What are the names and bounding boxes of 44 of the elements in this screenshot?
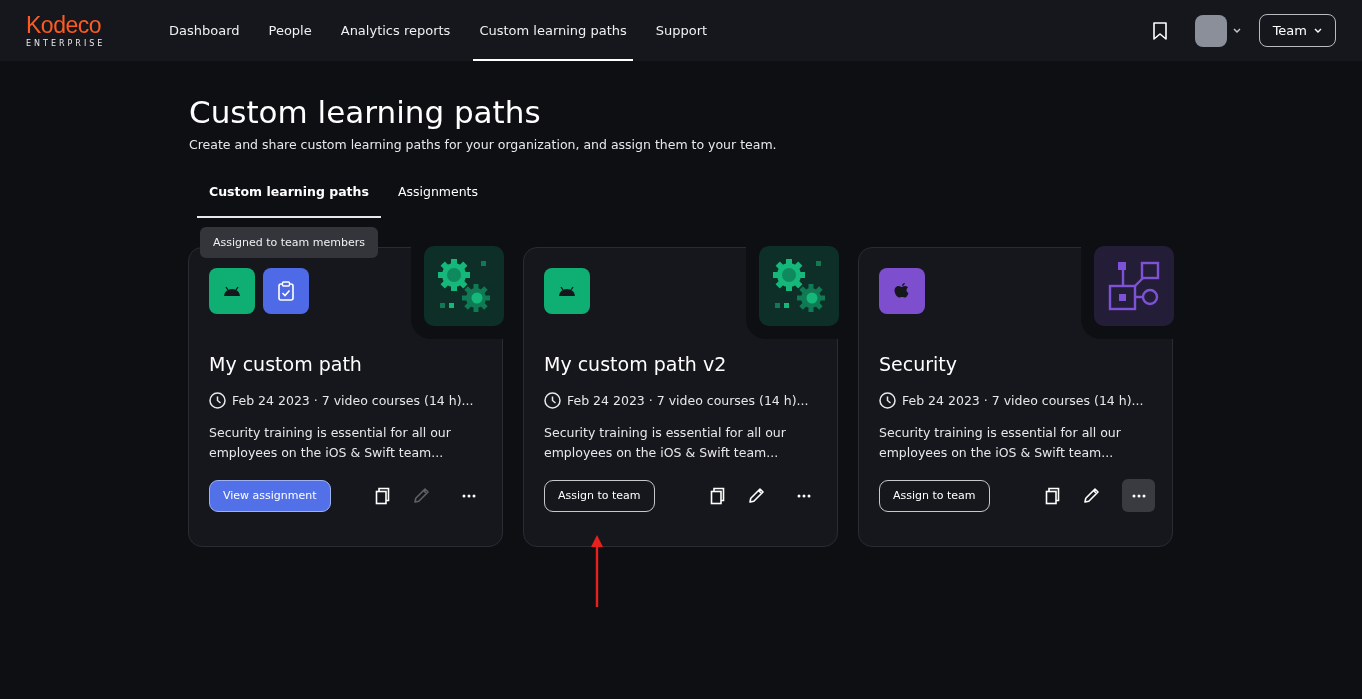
brand-subtitle: ENTERPRISE [26, 38, 106, 48]
annotation-arrow [591, 535, 603, 607]
tab[interactable]: Assignments [385, 174, 490, 218]
chevron-down-icon[interactable] [1232, 27, 1241, 34]
copy-icon[interactable] [375, 486, 391, 505]
path-meta: Feb 24 2023 · 7 video courses (14 h)... [567, 393, 809, 408]
path-description: Security training is essential for all our employees on the iOS & Swift team... [879, 424, 1122, 462]
apple-icon [879, 268, 925, 314]
bookmark-icon[interactable] [1152, 21, 1167, 40]
more-options-button[interactable] [1122, 479, 1155, 512]
page-title: Custom learning paths [189, 93, 542, 131]
page-subtitle: Create and share custom learning paths for your organization, and assign them to your team. [189, 137, 778, 152]
assign-button[interactable]: Assign to team [879, 479, 990, 512]
path-title: My custom path [209, 352, 363, 376]
path-title: My custom path v2 [544, 352, 728, 376]
tooltip: Assigned to team members [200, 227, 379, 258]
clock-icon [209, 392, 226, 409]
assign-button[interactable]: Assign to team [544, 479, 655, 512]
brand-logo[interactable]: Kodeco [26, 13, 101, 36]
clock-icon [544, 392, 561, 409]
nav-link[interactable]: Analytics reports [334, 0, 457, 61]
nav-link[interactable]: People [262, 0, 318, 61]
tab[interactable]: Custom learning paths [197, 174, 381, 218]
clock-icon [879, 392, 896, 409]
android-icon [544, 268, 590, 314]
nav-link[interactable]: Custom learning paths [473, 0, 633, 61]
path-title: Security [879, 352, 959, 376]
view-assignment-button[interactable]: View assignment [209, 479, 331, 512]
avatar-placeholder[interactable] [1194, 14, 1227, 47]
more-dots-icon [461, 493, 476, 498]
path-meta: Feb 24 2023 · 7 video courses (14 h)... [232, 393, 474, 408]
nav-link[interactable]: Dashboard [163, 0, 246, 61]
path-meta: Feb 24 2023 · 7 video courses (14 h)... [902, 393, 1144, 408]
more-dots-icon [1131, 493, 1146, 498]
copy-icon[interactable] [1045, 486, 1061, 505]
clipboard-check-icon [263, 268, 309, 314]
nav-link[interactable]: Support [649, 0, 714, 61]
copy-icon[interactable] [710, 486, 726, 505]
team-dropdown[interactable]: Team [1258, 14, 1336, 47]
path-description: Security training is essential for all our employees on the iOS & Swift team... [209, 424, 452, 462]
more-dots-icon [796, 493, 811, 498]
path-description: Security training is essential for all our employees on the iOS & Swift team... [544, 424, 787, 462]
chevron-down-icon [1314, 27, 1322, 34]
android-icon [209, 268, 255, 314]
